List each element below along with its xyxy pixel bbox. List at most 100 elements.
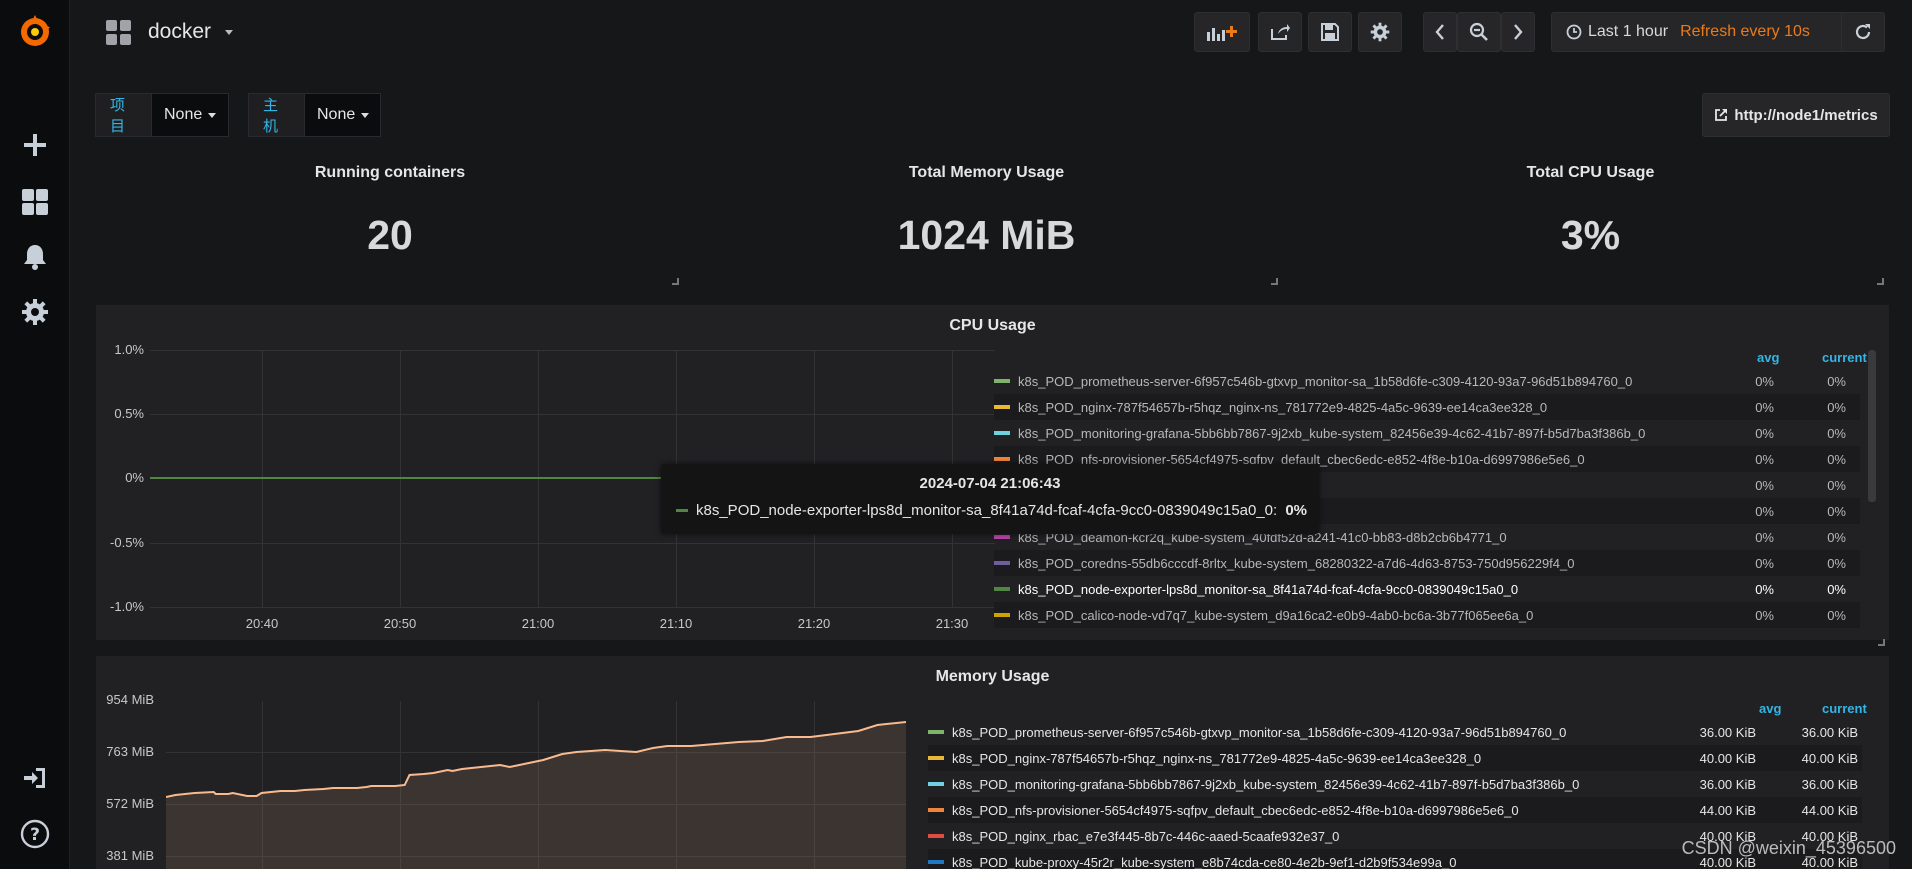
graph-tooltip: 2024-07-04 21:06:43 k8s_POD_node-exporte… <box>661 464 1319 534</box>
stat-value: 3% <box>1560 212 1621 258</box>
save-icon <box>1321 23 1339 41</box>
dashboard-title[interactable]: docker <box>148 20 211 44</box>
legend-avg-header[interactable]: avg <box>1759 701 1781 716</box>
settings-button[interactable] <box>1358 12 1402 52</box>
grafana-logo-icon[interactable] <box>0 4 70 60</box>
variable-value: None <box>164 106 203 123</box>
legend-current-value: 44.00 KiB <box>1801 802 1858 818</box>
legend-item[interactable]: k8s_POD_monitoring-grafana-5bb6bb7867-9j… <box>928 771 1862 797</box>
configuration-gear-icon[interactable] <box>0 284 70 340</box>
time-picker[interactable]: Last 1 hour Refresh every 10s <box>1551 12 1851 52</box>
caret-down-icon <box>361 112 370 118</box>
legend-current-value: 0% <box>1827 399 1846 415</box>
x-tick-label: 20:50 <box>383 616 417 631</box>
legend-series-name: k8s_POD_nginx-787f54657b-r5hqz_nginx-ns_… <box>1018 399 1548 415</box>
panel-title[interactable]: Memory Usage <box>96 668 1889 686</box>
legend-item[interactable]: k8s_POD_nginx-787f54657b-r5hqz_nginx-ns_… <box>994 394 1860 420</box>
legend-item[interactable]: k8s_POD_calico-node-vd7q7_kube-system_d9… <box>994 602 1860 628</box>
variable-select-project[interactable]: None <box>151 93 229 137</box>
dashboard-grid-icon <box>106 20 131 45</box>
legend-series-name: k8s_POD_coredns-55db6cccdf-8rltx_kube-sy… <box>1018 555 1575 571</box>
series-color-swatch <box>994 561 1010 565</box>
legend-scrollbar[interactable] <box>1868 350 1876 502</box>
chevron-down-icon[interactable] <box>225 30 233 35</box>
legend-avg-value: 0% <box>1755 555 1774 571</box>
resize-handle[interactable] <box>1877 278 1884 285</box>
alerting-bell-icon[interactable] <box>0 229 70 285</box>
resize-handle[interactable] <box>672 278 679 285</box>
legend-series-name: k8s_POD_prometheus-server-6f957c546b-gtx… <box>1018 373 1633 389</box>
legend-current-value: 0% <box>1827 477 1846 493</box>
stat-total-cpu: Total CPU Usage 3% <box>1291 152 1890 289</box>
series-color-swatch <box>994 405 1010 409</box>
legend-avg-value: 0% <box>1755 477 1774 493</box>
series-color-swatch <box>994 613 1010 617</box>
legend-series-name: k8s_POD_nginx-787f54657b-r5hqz_nginx-ns_… <box>952 750 1482 766</box>
legend-avg-value: 0% <box>1755 451 1774 467</box>
legend-current-header[interactable]: current <box>1822 350 1867 365</box>
dashboards-icon[interactable] <box>0 174 70 230</box>
variable-select-host[interactable]: None <box>304 93 381 137</box>
y-tick-label: 763 MiB <box>106 744 154 759</box>
legend-avg-header[interactable]: avg <box>1757 350 1779 365</box>
legend-item[interactable]: k8s_POD_nfs-provisioner-5654cf4975-sqfpv… <box>928 797 1862 823</box>
legend-item[interactable]: k8s_POD_coredns-55db6cccdf-8rltx_kube-sy… <box>994 550 1860 576</box>
y-tick-label: 1.0% <box>114 342 144 357</box>
memory-graph[interactable] <box>166 701 906 869</box>
stat-total-memory: Total Memory Usage 1024 MiB <box>689 152 1284 289</box>
series-color-swatch <box>928 782 944 786</box>
create-plus-icon[interactable] <box>0 117 70 173</box>
series-color-swatch <box>928 730 944 734</box>
y-tick-label: -1.0% <box>110 599 144 614</box>
help-icon[interactable]: ? <box>0 806 70 862</box>
clock-icon <box>1566 24 1582 40</box>
legend-current-value: 40.00 KiB <box>1801 750 1858 766</box>
stat-title: Total CPU Usage <box>1526 164 1655 181</box>
stat-running-containers: Running containers 20 <box>95 152 685 289</box>
refresh-interval-label: Refresh every 10s <box>1680 23 1810 40</box>
external-link-icon <box>1715 109 1728 121</box>
legend-current-value: 0% <box>1827 581 1846 597</box>
sign-in-icon[interactable] <box>0 750 70 806</box>
resize-handle[interactable] <box>1878 639 1885 646</box>
tooltip-series-row: k8s_POD_node-exporter-lps8d_monitor-sa_8… <box>676 502 1307 519</box>
share-button[interactable] <box>1258 12 1302 52</box>
panel-title[interactable]: CPU Usage <box>96 317 1889 335</box>
legend-avg-value: 36.00 KiB <box>1699 776 1756 792</box>
add-panel-button[interactable] <box>1194 12 1250 52</box>
legend-current-header[interactable]: current <box>1822 701 1867 716</box>
legend-item[interactable]: k8s_POD_prometheus-server-6f957c546b-gtx… <box>994 368 1860 394</box>
variable-value: None <box>317 106 356 123</box>
tooltip-value: 0% <box>1285 502 1307 519</box>
legend-current-value: 0% <box>1827 607 1846 623</box>
resize-handle[interactable] <box>1271 278 1278 285</box>
series-color-swatch <box>928 860 944 864</box>
legend-item[interactable]: k8s_POD_prometheus-server-6f957c546b-gtx… <box>928 719 1862 745</box>
series-color-swatch <box>928 756 944 760</box>
legend-series-name: k8s_POD_nfs-provisioner-5654cf4975-sqfpv… <box>952 802 1519 818</box>
y-tick-label: -0.5% <box>110 535 144 550</box>
zoom-out-button[interactable] <box>1457 12 1501 52</box>
legend-item[interactable]: k8s_POD_monitoring-grafana-5bb6bb7867-9j… <box>994 420 1860 446</box>
legend-current-value: 0% <box>1827 373 1846 389</box>
series-color-swatch <box>994 457 1010 461</box>
metrics-link-label: http://node1/metrics <box>1734 106 1878 124</box>
refresh-button[interactable] <box>1841 12 1885 52</box>
legend-series-name: k8s_POD_monitoring-grafana-5bb6bb7867-9j… <box>952 776 1580 792</box>
tooltip-series-name: k8s_POD_node-exporter-lps8d_monitor-sa_8… <box>696 502 1278 519</box>
y-tick-label: 954 MiB <box>106 692 154 707</box>
legend-current-value: 0% <box>1827 451 1846 467</box>
metrics-link[interactable]: http://node1/metrics <box>1702 93 1890 137</box>
time-back-button[interactable] <box>1423 12 1457 52</box>
legend-item[interactable]: k8s_POD_nginx-787f54657b-r5hqz_nginx-ns_… <box>928 745 1862 771</box>
series-color-swatch <box>928 834 944 838</box>
time-forward-button[interactable] <box>1501 12 1535 52</box>
topbar: docker Last 1 hour Refresh every 10s <box>70 0 1912 64</box>
legend-current-value: 0% <box>1827 555 1846 571</box>
chevron-left-icon <box>1435 24 1444 40</box>
variable-label-project: 项目 <box>95 93 152 137</box>
legend-avg-value: 0% <box>1755 581 1774 597</box>
legend-item[interactable]: k8s_POD_node-exporter-lps8d_monitor-sa_8… <box>994 576 1860 602</box>
legend-series-name: k8s_POD_nginx_rbac_e7e3f445-8b7c-446c-aa… <box>952 828 1340 844</box>
save-button[interactable] <box>1308 12 1352 52</box>
